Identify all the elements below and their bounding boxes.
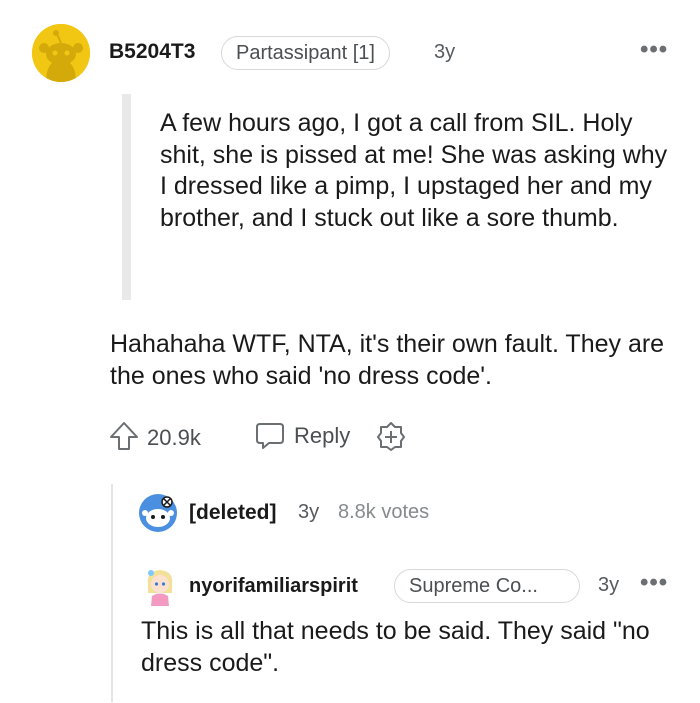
thread-line[interactable] bbox=[111, 484, 113, 702]
reply-icon[interactable] bbox=[254, 421, 286, 451]
award-icon[interactable] bbox=[375, 420, 407, 452]
quote-bar bbox=[122, 94, 131, 300]
comment-body: Hahahaha WTF, NTA, it's their own fault.… bbox=[110, 330, 665, 390]
deleted-avatar-icon bbox=[138, 493, 178, 533]
comment-age: 3y bbox=[434, 41, 456, 63]
deleted-age: 3y bbox=[298, 501, 320, 523]
reply-username[interactable]: nyorifamiliarspirit bbox=[189, 575, 358, 598]
reply-body: This is all that needs to be said. They … bbox=[141, 617, 650, 677]
user-avatar-icon[interactable] bbox=[32, 24, 90, 82]
reply-button[interactable]: Reply bbox=[294, 423, 350, 449]
more-options-icon[interactable]: ••• bbox=[640, 569, 668, 597]
reply-age: 3y bbox=[598, 574, 620, 596]
reply-flair: Supreme Co... bbox=[394, 569, 580, 603]
more-options-icon[interactable]: ••• bbox=[640, 36, 668, 64]
upvote-icon[interactable] bbox=[108, 420, 140, 452]
quoted-text: A few hours ago, I got a call from SIL. … bbox=[160, 109, 668, 232]
deleted-votes: 8.8k votes bbox=[338, 501, 430, 523]
vote-count: 20.9k bbox=[147, 425, 201, 450]
deleted-username: [deleted] bbox=[189, 501, 277, 524]
comment-username[interactable]: B5204T3 bbox=[109, 40, 195, 64]
user-flair: Partassipant [1] bbox=[221, 36, 390, 70]
anime-avatar-icon[interactable] bbox=[142, 565, 178, 607]
